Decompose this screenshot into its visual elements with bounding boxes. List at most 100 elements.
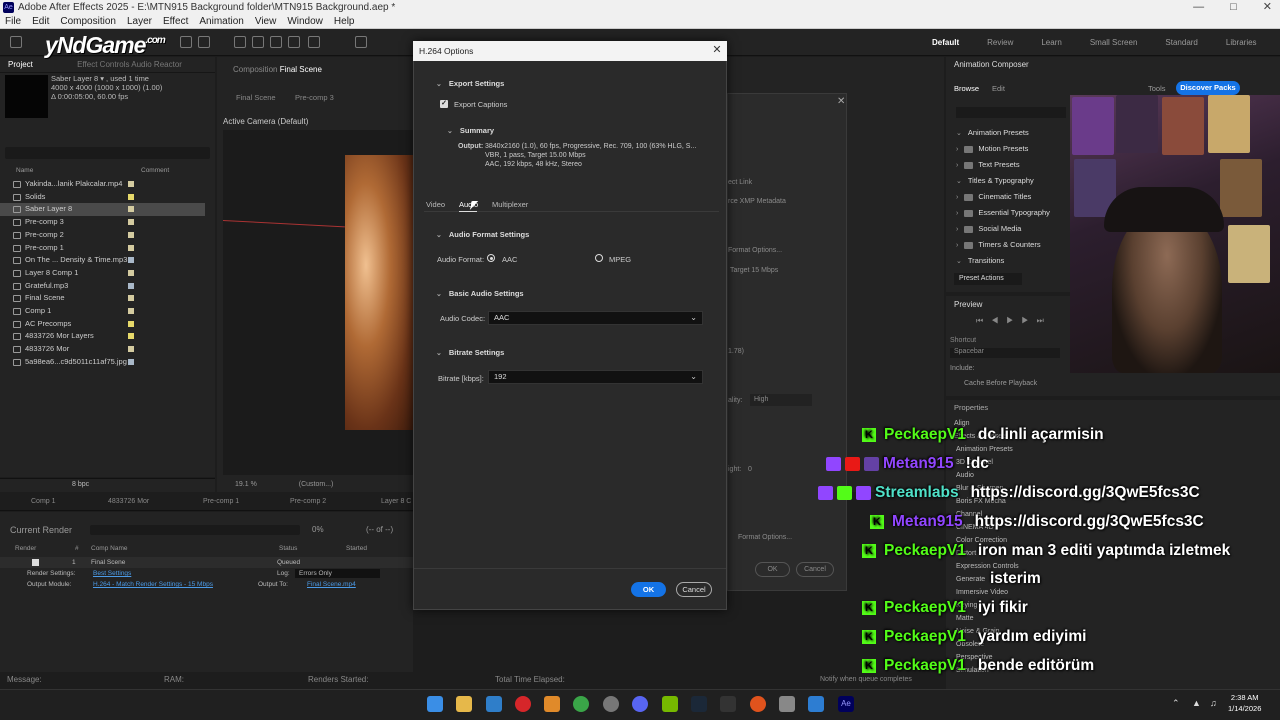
- label-color-swatch[interactable]: [128, 231, 134, 238]
- basic-audio-settings-header[interactable]: ⌄ Basic Audio Settings: [436, 289, 524, 298]
- timeline-tab-4833726[interactable]: 4833726 Mor: [108, 498, 149, 505]
- project-item[interactable]: Pre-comp 2: [0, 229, 205, 242]
- ok-button[interactable]: OK: [631, 582, 666, 597]
- steam-icon[interactable]: [691, 696, 707, 712]
- workspace-default[interactable]: Default: [918, 38, 973, 47]
- label-color-swatch[interactable]: [128, 219, 134, 226]
- snapping-icon[interactable]: [355, 36, 367, 48]
- cancel-button[interactable]: Cancel: [676, 582, 712, 597]
- start-icon[interactable]: [427, 696, 443, 712]
- bg-quality-select[interactable]: High: [750, 394, 812, 406]
- roto-brush-tool-icon[interactable]: [288, 36, 300, 48]
- xbox-icon[interactable]: [573, 696, 589, 712]
- radio-aac[interactable]: [487, 254, 495, 262]
- menu-view[interactable]: View: [255, 15, 277, 28]
- output-module-value[interactable]: H.264 - Match Render Settings - 15 Mbps: [93, 579, 213, 590]
- bpc-label[interactable]: 8 bpc: [72, 481, 89, 488]
- view-selector[interactable]: (Custom...): [299, 481, 334, 488]
- eraser-tool-icon[interactable]: [270, 36, 282, 48]
- file-explorer-icon[interactable]: [456, 696, 472, 712]
- menu-help[interactable]: Help: [334, 15, 355, 28]
- label-color-swatch[interactable]: [128, 346, 134, 353]
- project-item[interactable]: Saber Layer 8: [0, 203, 205, 217]
- render-checkbox[interactable]: [32, 559, 39, 566]
- bitrate-settings-header[interactable]: ⌄ Bitrate Settings: [436, 348, 504, 357]
- minimize-icon[interactable]: —: [1193, 0, 1204, 15]
- timeline-tab-precomp1[interactable]: Pre-comp 1: [203, 498, 239, 505]
- col-started[interactable]: Started: [346, 545, 367, 552]
- render-queue-item[interactable]: 1 Final Scene Queued: [0, 557, 413, 568]
- label-color-swatch[interactable]: [128, 244, 134, 251]
- workspace-review[interactable]: Review: [973, 38, 1027, 47]
- summary-header[interactable]: ⌄ Summary: [447, 126, 494, 135]
- project-item[interactable]: 4833726 Mor: [0, 343, 205, 356]
- project-item[interactable]: Comp 1: [0, 305, 205, 318]
- label-color-swatch[interactable]: [128, 181, 134, 187]
- tab-browse[interactable]: Browse: [954, 84, 979, 93]
- col-number[interactable]: #: [75, 545, 79, 552]
- project-item[interactable]: Pre-comp 1: [0, 242, 205, 255]
- obs-icon[interactable]: [603, 696, 619, 712]
- menu-effect[interactable]: Effect: [163, 15, 188, 28]
- render-settings-value[interactable]: Best Settings: [93, 568, 131, 579]
- bg-dialog-close-icon[interactable]: ✕: [837, 96, 845, 107]
- app-icon[interactable]: [544, 696, 560, 712]
- label-color-swatch[interactable]: [128, 257, 134, 264]
- project-item[interactable]: Layer 8 Comp 1: [0, 267, 205, 280]
- project-item[interactable]: Pre-comp 3: [0, 216, 205, 229]
- label-color-swatch[interactable]: [128, 358, 134, 365]
- preset-actions-select[interactable]: Preset Actions: [954, 273, 1022, 285]
- effect-category[interactable]: Audio: [956, 472, 974, 479]
- effect-category[interactable]: Expression Controls: [956, 563, 1019, 570]
- tools-button[interactable]: Tools: [1148, 84, 1166, 93]
- effect-controls-tab[interactable]: Effect Controls Audio Reactor: [77, 60, 182, 69]
- bg-format-options[interactable]: Format Options...: [728, 247, 782, 254]
- brave-icon[interactable]: [750, 696, 766, 712]
- label-color-swatch[interactable]: [128, 333, 134, 340]
- project-item[interactable]: On The ... Density & Time.mp3: [0, 254, 205, 267]
- timeline-tab-precomp2[interactable]: Pre-comp 2: [290, 498, 326, 505]
- menu-composition[interactable]: Composition: [60, 15, 116, 28]
- preset-tree-item[interactable]: › Timers & Counters: [956, 240, 1041, 249]
- label-color-swatch[interactable]: [128, 308, 134, 314]
- wifi-icon[interactable]: ▲: [1192, 698, 1201, 708]
- label-color-swatch[interactable]: [128, 193, 134, 200]
- label-color-swatch[interactable]: [128, 269, 134, 276]
- brush-tool-icon[interactable]: [252, 36, 264, 48]
- nvidia-icon[interactable]: [662, 696, 678, 712]
- epic-games-icon[interactable]: [720, 696, 736, 712]
- effect-category[interactable]: Immersive Video: [956, 589, 1008, 596]
- maximize-icon[interactable]: □: [1230, 0, 1237, 15]
- label-color-swatch[interactable]: [128, 282, 134, 289]
- col-status[interactable]: Status: [279, 545, 297, 552]
- home-icon[interactable]: [10, 36, 22, 48]
- tab-multiplexer[interactable]: Multiplexer: [492, 200, 528, 209]
- menu-animation[interactable]: Animation: [199, 15, 243, 28]
- chevron-up-icon[interactable]: ⌃: [1172, 698, 1180, 709]
- preset-tree-item[interactable]: › Motion Presets: [956, 144, 1028, 153]
- project-item[interactable]: 4833726 Mor Layers: [0, 330, 205, 343]
- menu-edit[interactable]: Edit: [32, 15, 49, 28]
- label-color-swatch[interactable]: [128, 206, 134, 213]
- close-icon[interactable]: ✕: [1263, 0, 1272, 15]
- bg-format-options-2[interactable]: Format Options...: [738, 534, 792, 541]
- photos-icon[interactable]: [808, 696, 824, 712]
- menu-layer[interactable]: Layer: [127, 15, 152, 28]
- dialog-close-icon[interactable]: ✕: [710, 43, 724, 57]
- comp-tab-precomp3[interactable]: Pre-comp 3: [295, 93, 334, 102]
- export-settings-header[interactable]: ⌄ Export Settings: [436, 79, 504, 88]
- project-tab[interactable]: Project: [8, 60, 33, 69]
- tab-video[interactable]: Video: [426, 200, 445, 209]
- label-color-swatch[interactable]: [128, 320, 134, 327]
- col-name[interactable]: Name: [16, 167, 33, 174]
- volume-icon[interactable]: ♫: [1210, 698, 1217, 708]
- preset-search-input[interactable]: [956, 107, 1066, 118]
- workspace-learn[interactable]: Learn: [1027, 38, 1075, 47]
- col-render[interactable]: Render: [15, 545, 36, 552]
- preset-tree-item[interactable]: ⌄ Transitions: [956, 256, 1004, 265]
- after-effects-taskbar-icon[interactable]: Ae: [838, 696, 854, 712]
- app-icon-2[interactable]: [779, 696, 795, 712]
- preset-tree-item[interactable]: › Cinematic Titles: [956, 192, 1031, 201]
- project-item[interactable]: Grateful.mp3: [0, 280, 205, 293]
- preset-tree-item[interactable]: › Essential Typography: [956, 208, 1050, 217]
